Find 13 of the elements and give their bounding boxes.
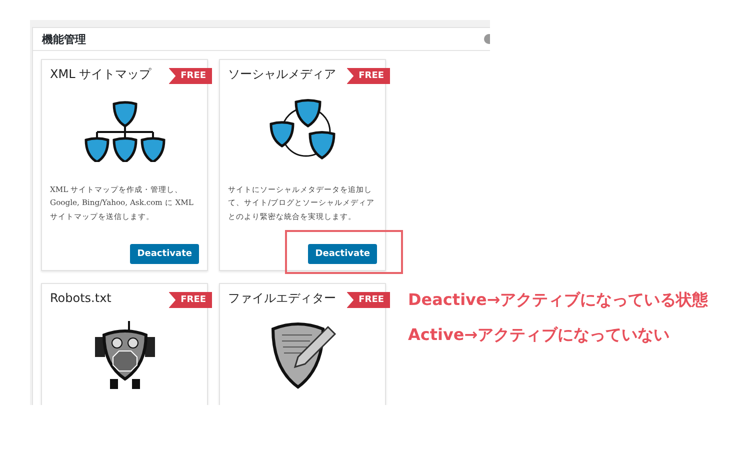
module-title: ソーシャルメディア (228, 67, 336, 81)
module-title: ファイルエディター (228, 291, 336, 305)
free-ribbon: FREE (168, 68, 212, 84)
panel-title: 機能管理 (42, 32, 86, 46)
deactivate-button[interactable]: Deactivate (130, 244, 199, 264)
module-title: Robots.txt (50, 291, 112, 305)
free-ribbon: FREE (346, 292, 390, 308)
annotation-text: Active→アクティブになっていない (408, 325, 671, 346)
free-ribbon: FREE (168, 292, 212, 308)
deactivate-button[interactable]: Deactivate (308, 244, 377, 264)
annotation-text: Deactive→アクティブになっている状態 (408, 290, 708, 311)
module-title: XML サイトマップ (50, 67, 152, 81)
free-ribbon: FREE (346, 68, 390, 84)
